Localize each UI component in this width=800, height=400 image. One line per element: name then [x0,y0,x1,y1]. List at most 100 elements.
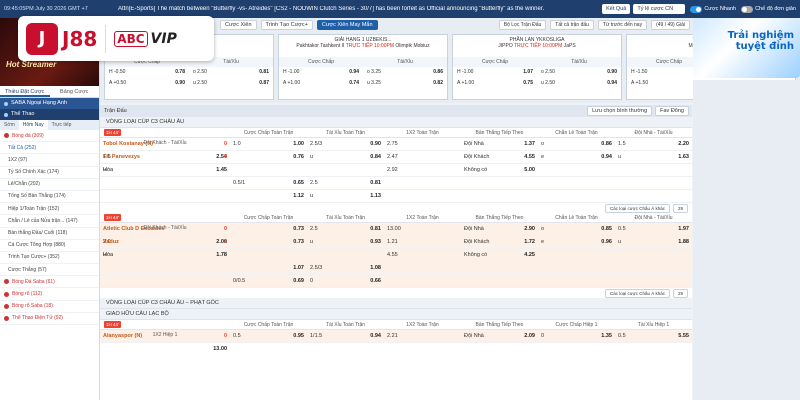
odds-cell[interactable]: o 3.25 0.86 [363,67,447,78]
odds-cell[interactable] [461,190,538,203]
sidebar-item[interactable]: Bóng Đá Saba (61) [0,276,99,289]
odds-cell[interactable]: 2.5/3 1.08 [307,262,384,275]
news-ticker[interactable]: Attn[E-Sports] The match between "Butter… [118,6,599,12]
odds-cell[interactable]: Đội Nhà 1.37 [461,138,538,151]
sidebar-item[interactable]: Lẻ/Chẵn (202) [0,179,99,191]
odds-type-select[interactable]: Tỷ lệ cược CN [633,4,686,14]
bet-builder-button[interactable]: Trình Tạo Cược+ [260,20,313,30]
odds-cell[interactable]: 2.21 [384,330,461,343]
odds-cell[interactable]: 0.73 [230,236,307,249]
match-card[interactable]: PHẦN LAN YKKOSLIGA JIPPO TRỰC TIẾP 10:00P… [452,34,622,100]
odds-cell[interactable]: Không có 4.25 [461,249,538,262]
odds-cell[interactable] [615,262,692,275]
odds-cell[interactable]: o 2.50 0.81 [189,67,273,78]
odds-cell[interactable]: 1.21 [384,236,461,249]
sidebar-item[interactable]: Hiệp 1/Toàn Trận (152) [0,203,99,216]
odds-cell[interactable]: H -1.00 0.94 [279,67,363,78]
odds-cell[interactable]: 2.75 [384,138,461,151]
time-range-select[interactable]: Từ trước đến nay [597,20,648,30]
odds-cell[interactable]: e 0.94 [538,151,615,164]
odds-cell[interactable]: u 0.93 [307,236,384,249]
sidebar-item[interactable]: Chẵn / Lẻ của Nửa trận... (147) [0,215,99,228]
odds-cell[interactable]: 0 1.35 [538,330,615,343]
sports-header[interactable]: Thể Thao [0,109,99,120]
parlay-button[interactable]: Cược Xiên [220,20,257,30]
league-group-header[interactable]: GIAO HỮU CÂU LẠC BỘ [100,309,692,320]
sidebar-item[interactable]: Cược Thắng (57) [0,264,99,277]
odds-cell[interactable]: Không có 5.00 [461,164,538,177]
odds-cell[interactable] [538,164,615,177]
odds-cell[interactable] [615,177,692,190]
odds-cell[interactable]: 1/1.5 0.94 [307,330,384,343]
odds-cell[interactable]: o 0.86 [538,138,615,151]
odds-cell[interactable]: 0.76 [230,151,307,164]
subtab-early[interactable]: Sớm [0,120,19,130]
sort-select[interactable]: Lưu chọn bình thường [587,106,653,116]
odds-cell[interactable]: o 2.50 0.90 [537,67,621,78]
odds-cell[interactable]: 0/0.5 0.69 [230,275,307,288]
subtab-today[interactable]: Hôm Nay [18,120,48,130]
saba-league-header[interactable]: SABA Ngoại Hạng Anh [0,98,99,109]
odds-cell[interactable] [538,177,615,190]
odds-cell[interactable] [384,177,461,190]
sidebar-item[interactable]: Tỷ Số Chính Xác (174) [0,167,99,179]
odds-cell[interactable]: Đội Nhà 2.90 [461,223,538,236]
results-button[interactable]: Kết Quả [602,4,631,14]
league-count-select[interactable]: (49 / 49) Giải [651,20,690,30]
subtab-live[interactable]: Trực tiếp [48,120,76,130]
odds-cell[interactable] [538,262,615,275]
odds-cell[interactable] [538,275,615,288]
sidebar-item[interactable]: Bóng rổ Saba (18) [0,301,99,313]
odds-cell[interactable]: 1.07 [230,262,307,275]
odds-cell[interactable]: 0.5 1.97 [615,223,692,236]
sidebar-item[interactable]: Tất Cả (252) [0,142,99,155]
simple-mode-toggle[interactable]: Chế độ đơn giản [741,5,796,13]
odds-cell[interactable]: 2.92 [384,164,461,177]
odds-cell[interactable]: A +0.50 0.90 [105,78,189,89]
odds-cell[interactable] [538,190,615,203]
sidebar-item[interactable]: Trình Tạo Cược+ (352) [0,252,99,265]
sidebar-item[interactable]: Thể Thao Điện Tử (92) [0,313,99,325]
odds-cell[interactable] [461,275,538,288]
more-markets-button[interactable]: Các loại cược Châu Á khác [604,203,670,213]
odds-cell[interactable]: 13.00 [384,223,461,236]
sidebar-item[interactable]: Bóng đá (309) [0,130,99,143]
odds-cell[interactable] [230,164,307,177]
odds-cell[interactable] [615,190,692,203]
fav-select[interactable]: Fav Đông [655,106,689,116]
odds-cell[interactable]: 4.55 [384,249,461,262]
sidebar-item[interactable]: Cá Cược Tổng Hợp (880) [0,240,99,252]
odds-cell[interactable]: 2.5/3 0.90 [307,138,384,151]
odds-cell[interactable]: o 0.85 [538,223,615,236]
odds-cell[interactable] [384,262,461,275]
lucky-parlay-button[interactable]: Cược Xiên May Mắn [316,20,378,30]
odds-cell[interactable] [461,262,538,275]
match-card[interactable]: GIẢI HẠNG 1 UZBEKIS... Pakhtakor Tashkent… [278,34,448,100]
odds-cell[interactable]: u 1.63 [615,151,692,164]
right-promo-banner[interactable]: Trải nghiệm tuyệt đỉnh [693,18,800,78]
odds-cell[interactable]: 2.5 0.81 [307,223,384,236]
odds-cell[interactable] [615,164,692,177]
odds-cell[interactable]: 0 0.66 [307,275,384,288]
odds-cell[interactable]: 0.5 5.55 [615,330,692,343]
more-markets-button[interactable]: Các loại cược Châu Á khác [604,288,670,298]
site-logo[interactable]: J J88 ABC VIP [18,16,214,61]
odds-cell[interactable]: H -1.00 1.07 [453,67,537,78]
odds-cell[interactable]: e 0.96 [538,236,615,249]
odds-cell[interactable] [384,190,461,203]
odds-cell[interactable]: Đội Nhà 2.09 [461,330,538,343]
odds-cell[interactable] [307,164,384,177]
tab-bet-slip[interactable]: Bảng Cược [50,86,100,97]
sidebar-item[interactable]: 1X2 (97) [0,154,99,167]
odds-cell[interactable] [615,249,692,262]
all-matches-select[interactable]: Tất cả trận đấu [550,20,594,30]
odds-cell[interactable]: 13.00 [100,343,230,356]
match-filter-button[interactable]: Bộ Lọc Trận Đấu [498,20,547,30]
odds-cell[interactable]: H -0.50 0.78 [105,67,189,78]
odds-cell[interactable]: u 0.84 [307,151,384,164]
quick-bet-toggle[interactable]: Cược Nhanh [690,5,736,13]
odds-cell[interactable]: 1.5 2.20 [615,138,692,151]
odds-cell[interactable] [461,177,538,190]
odds-cell[interactable]: 1.12 [230,190,307,203]
odds-cell[interactable] [384,275,461,288]
